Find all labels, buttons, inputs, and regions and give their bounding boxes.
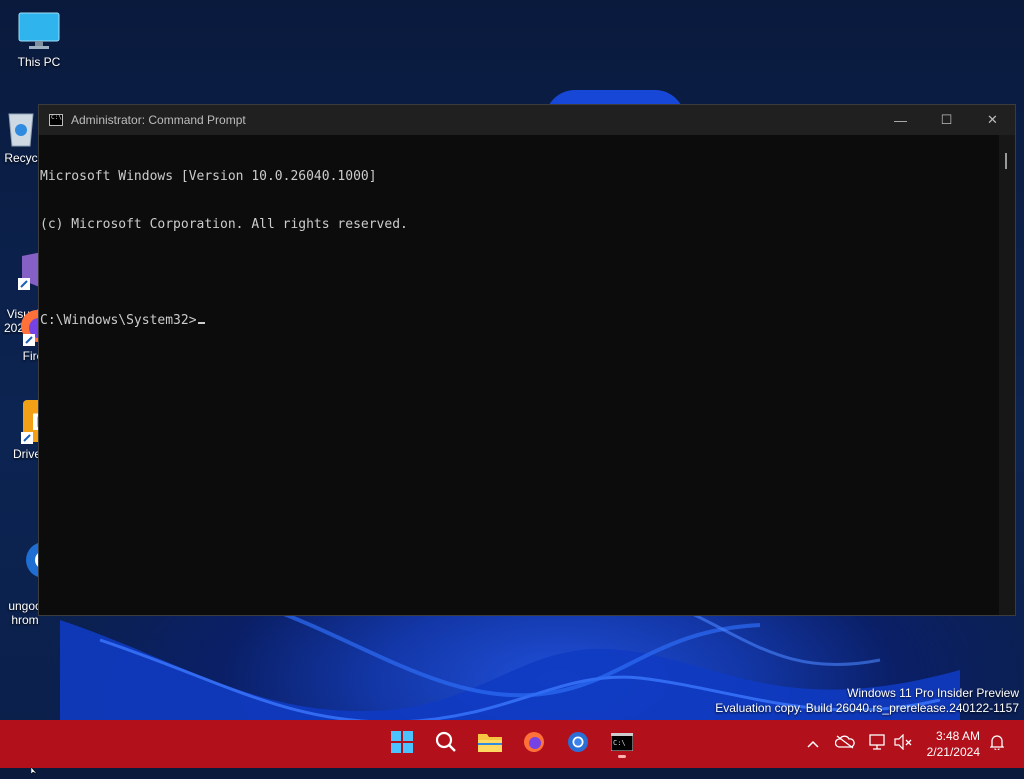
terminal-line: (c) Microsoft Corporation. All rights re… [40, 217, 408, 232]
network-icon [868, 733, 886, 755]
watermark-line1: Windows 11 Pro Insider Preview [847, 686, 1019, 700]
desktop-icon-this-pc[interactable]: This PC [0, 12, 78, 69]
volume-muted-icon [894, 733, 912, 755]
cloud-offline-icon [834, 734, 855, 754]
close-button[interactable]: ✕ [970, 105, 1015, 135]
taskbar-clock[interactable]: 3:48 AM 2/21/2024 [927, 728, 980, 760]
terminal-prompt-line[interactable]: C:\Windows\System32> [40, 313, 999, 329]
vertical-scrollbar[interactable] [999, 135, 1015, 615]
minimize-button[interactable]: — [878, 105, 923, 135]
visual-studio-icon [5, 236, 55, 290]
window-titlebar[interactable]: Administrator: Command Prompt — ☐ ✕ [39, 105, 1015, 135]
start-icon [391, 730, 413, 758]
file-explorer-button[interactable] [470, 728, 510, 760]
firefox-icon [523, 731, 545, 758]
running-indicator [618, 755, 626, 758]
maximize-icon: ☐ [940, 112, 953, 127]
command-prompt-taskbar-button[interactable]: C:\ [602, 728, 642, 760]
watermark-line2: Evaluation copy. Build 26040.rs_prerelea… [715, 701, 1019, 715]
taskbar: C:\ 3:48 AM 2/21/2024 [0, 720, 1024, 768]
command-prompt-icon [49, 114, 63, 126]
firefox-taskbar-button[interactable] [514, 728, 554, 760]
text-cursor [197, 322, 205, 324]
notifications-button[interactable] [986, 720, 1008, 768]
show-hidden-icons-button[interactable] [802, 720, 824, 768]
mouse-pointer-icon [30, 761, 39, 779]
evaluation-watermark: Windows 11 Pro Insider Preview Evaluatio… [715, 686, 1019, 716]
command-prompt-window[interactable]: Administrator: Command Prompt — ☐ ✕ Micr… [38, 104, 1016, 616]
command-prompt-icon: C:\ [610, 732, 634, 756]
recycle-bin-icon [3, 108, 39, 148]
volume-tray-button[interactable] [891, 720, 915, 768]
clock-date: 2/21/2024 [926, 745, 980, 759]
clock-time: 3:48 AM [935, 729, 980, 743]
chrome-taskbar-button[interactable] [558, 728, 598, 760]
terminal-output[interactable]: Microsoft Windows [Version 10.0.26040.10… [39, 135, 999, 615]
search-icon [435, 731, 457, 758]
chrome-icon [567, 731, 589, 758]
terminal-line: Microsoft Windows [Version 10.0.26040.10… [40, 169, 377, 184]
maximize-button[interactable]: ☐ [924, 105, 969, 135]
onedrive-tray-button[interactable] [833, 720, 857, 768]
window-title: Administrator: Command Prompt [71, 113, 246, 127]
start-button[interactable] [382, 728, 422, 760]
file-explorer-icon [478, 732, 502, 757]
minimize-icon: — [894, 112, 907, 128]
monitor-icon [18, 12, 60, 52]
bell-icon [989, 734, 1005, 755]
svg-text:C:\: C:\ [613, 739, 626, 747]
chevron-up-icon [807, 735, 819, 753]
search-button[interactable] [426, 728, 466, 760]
terminal-prompt: C:\Windows\System32> [40, 313, 197, 328]
desktop-icon-label: This PC [17, 55, 61, 69]
close-icon: ✕ [987, 112, 998, 127]
network-tray-button[interactable] [865, 720, 889, 768]
scrollbar-thumb[interactable] [1005, 153, 1007, 169]
